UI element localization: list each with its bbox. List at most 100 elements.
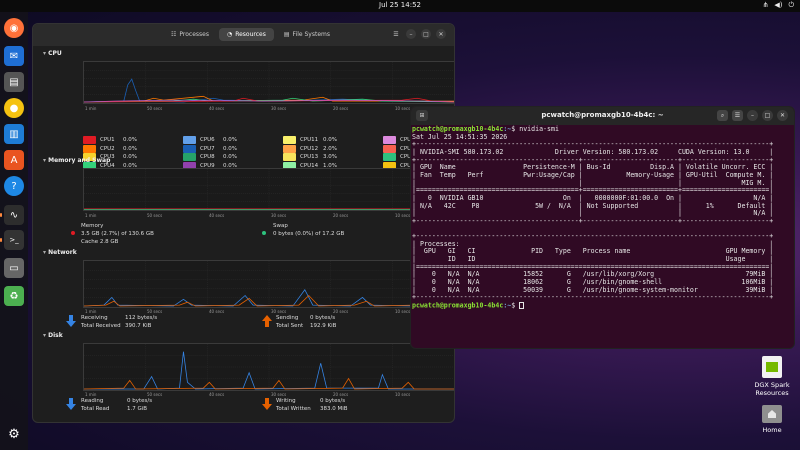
dock-item-app-center[interactable]: A [4, 150, 24, 170]
tab-resources[interactable]: ◔ Resources [218, 28, 274, 41]
drive-icon: ▭ [9, 262, 19, 274]
cpu-color-swatch[interactable] [383, 153, 396, 161]
cpu-color-swatch[interactable] [83, 136, 96, 144]
cpu-percent: 0.0% [123, 145, 137, 152]
cpu-color-swatch[interactable] [183, 144, 196, 153]
show-apps-icon[interactable]: ⚙ [4, 424, 24, 444]
files-icon: ▤ [9, 76, 19, 88]
total-read-label: Total Read [81, 406, 110, 412]
tab-processes[interactable]: ☷ Processes [163, 28, 217, 41]
x-tick-label: 20 secs [333, 106, 349, 111]
dock-item-thunderbird[interactable]: ✉ [4, 46, 24, 66]
cpu-color-swatch[interactable] [383, 136, 396, 144]
dock-item-help[interactable]: ? [4, 176, 24, 196]
dock-item-firefox[interactable]: ◉ [4, 18, 24, 38]
writing-value: 0 bytes/s [320, 398, 346, 404]
cpu-percent: 0.0% [323, 137, 337, 143]
network-icon: ⋔ [762, 1, 769, 9]
download-arrow-icon[interactable] [66, 315, 76, 327]
minimize-button[interactable]: – [747, 110, 758, 121]
search-icon[interactable]: ⌕ [717, 110, 728, 121]
minimize-button[interactable]: – [406, 29, 416, 39]
hamburger-menu-icon[interactable]: ☰ [732, 110, 743, 121]
trash-icon: ♻ [9, 290, 19, 302]
dock-item-system-monitor[interactable]: ∿ [0, 205, 24, 225]
cpu-color-swatch[interactable] [283, 136, 296, 144]
disk-graph [83, 343, 454, 391]
terminal-output[interactable]: pcwatch@promaxgb10-4b4c:~$ nvidia-smi Sat… [412, 125, 794, 310]
desktop-icon-label: Home [762, 426, 782, 434]
prompt-user: pcwatch@promaxgb10-4b4c [412, 301, 504, 310]
write-arrow-icon[interactable] [262, 398, 272, 410]
close-button[interactable]: ✕ [777, 110, 788, 121]
cpu-legend-item: CPU2 0.0% [83, 144, 137, 153]
tab-label: File Systems [292, 31, 330, 38]
desktop-icon-label: Resources [755, 389, 789, 397]
cpu-graph [83, 61, 454, 104]
memory-color-dot[interactable] [71, 231, 75, 235]
x-tick-label: 1 min [85, 106, 97, 111]
sending-info: Sending 0 bytes/s Total Sent 192.9 KiB [276, 314, 396, 330]
total-read-value: 1.7 GiB [127, 406, 148, 412]
cpu-legend-item: CPU11 0.0% [283, 136, 337, 144]
cpu-percent: 0.0% [223, 145, 237, 152]
x-tick-label: 40 secs [209, 106, 225, 111]
cpu-color-swatch[interactable] [183, 153, 196, 161]
hamburger-menu-icon[interactable]: ☰ [391, 29, 401, 39]
x-tick-label: 40 secs [209, 213, 225, 218]
maximize-button[interactable]: □ [421, 29, 431, 39]
dock-item-rhythmbox[interactable]: ● [4, 98, 24, 118]
cpu-color-swatch[interactable] [283, 153, 296, 161]
writing-label: Writing [276, 398, 296, 404]
tab-file-systems[interactable]: ▤ File Systems [276, 28, 338, 41]
cpu-legend-item: CPU8 0.0% [183, 153, 237, 161]
close-button[interactable]: ✕ [436, 29, 446, 39]
cpu-color-swatch[interactable] [83, 144, 96, 153]
cpu-color-swatch[interactable] [283, 144, 296, 153]
memory-cache: Cache 2.8 GB [81, 239, 119, 245]
firefox-icon: ◉ [9, 22, 19, 34]
desktop-icon-home[interactable]: Home [748, 405, 796, 434]
cpu-name: CPU7 [200, 145, 215, 152]
system-tray[interactable]: ⋔ ◀) ⏻ [762, 1, 794, 10]
rhythmbox-icon: ● [9, 102, 19, 114]
upload-arrow-icon[interactable] [262, 315, 272, 327]
dock-item-drive[interactable]: ▭ [4, 258, 24, 278]
memory-section-title[interactable]: Memory and Swap [43, 157, 110, 164]
receiving-line [84, 283, 454, 307]
cpu-percent: 0.0% [123, 154, 137, 160]
terminal-window[interactable]: ⊞ pcwatch@promaxgb10-4b4c: ~ ⌕ ☰ – □ ✕ p… [410, 106, 795, 349]
cpu-name: CPU13 [300, 154, 319, 160]
cpu-percent: 3.0% [323, 154, 337, 160]
x-tick-label: 30 secs [271, 213, 287, 218]
reading-info: Reading 0 bytes/s Total Read 1.7 GiB [81, 397, 201, 413]
processes-icon: ☷ [171, 31, 177, 38]
x-tick-label: 20 secs [333, 213, 349, 218]
swap-info: Swap 0 bytes (0.0%) of 17.2 GB [273, 222, 344, 238]
file-systems-icon: ▤ [283, 31, 290, 38]
cpu-percent: 0.0% [123, 137, 137, 143]
swap-color-dot[interactable] [262, 231, 266, 235]
network-section-title[interactable]: Network [43, 249, 77, 256]
cpu-color-swatch[interactable] [383, 144, 396, 153]
clock[interactable]: Jul 25 14:52 [0, 1, 800, 9]
dock-item-files[interactable]: ▤ [4, 72, 24, 92]
cpu-color-swatch[interactable] [183, 136, 196, 144]
cpu-percent: 2.0% [323, 145, 337, 152]
cpu-legend-item: CPU12 2.0% [283, 144, 337, 153]
maximize-button[interactable]: □ [762, 110, 773, 121]
cpu-section-title[interactable]: CPU [43, 50, 62, 57]
memory-label: Memory [81, 223, 104, 229]
dock-item-terminal[interactable]: >_ [0, 230, 24, 250]
disk-section-title[interactable]: Disk [43, 332, 63, 339]
desktop-icon-dgx-spark[interactable]: DGX Spark Resources [748, 356, 796, 397]
volume-icon: ◀) [774, 1, 783, 9]
read-arrow-icon[interactable] [66, 398, 76, 410]
x-tick-label: 40 secs [209, 309, 225, 314]
total-written-value: 383.0 MiB [320, 406, 348, 412]
thunderbird-icon: ✉ [9, 50, 19, 62]
x-tick-label: 10 secs [395, 106, 411, 111]
dock-item-writer[interactable]: ▥ [4, 124, 24, 144]
dock-item-trash[interactable]: ♻ [4, 286, 24, 306]
swap-value: 0 bytes (0.0%) of 17.2 GB [273, 231, 345, 237]
